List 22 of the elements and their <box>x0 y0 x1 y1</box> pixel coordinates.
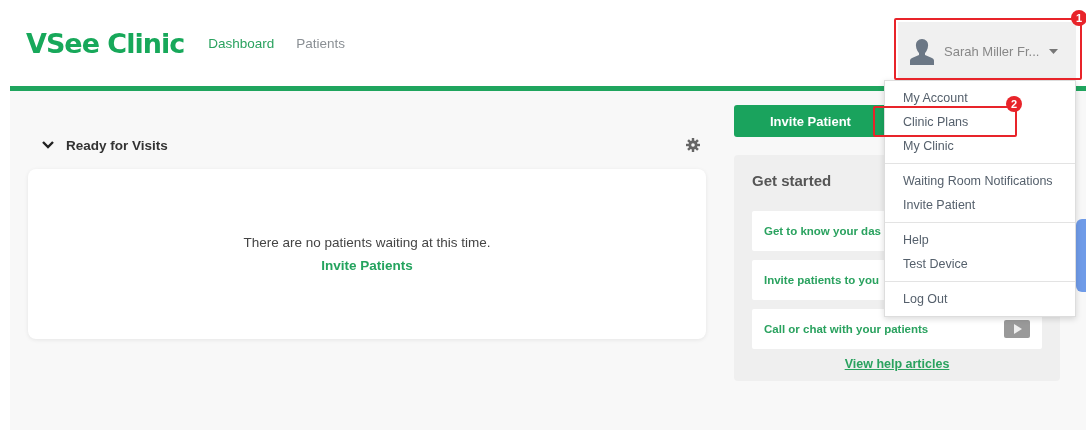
help-card-label: Invite patients to you <box>764 274 879 286</box>
menu-item[interactable]: Test Device <box>903 252 968 276</box>
menu-item[interactable]: Invite Patient <box>903 193 976 217</box>
chevron-icon[interactable] <box>42 141 54 149</box>
empty-message: There are no patients waiting at this time. <box>243 235 491 250</box>
settings-icon[interactable] <box>686 138 700 152</box>
menu-item[interactable]: Waiting Room Notifications <box>903 169 1053 193</box>
panel-title: Get started <box>752 171 832 189</box>
menu-item[interactable]: Help <box>903 228 929 252</box>
section-title: Ready for Visits <box>66 137 168 153</box>
help-card-label: Call or chat with your patients <box>764 323 929 335</box>
menu-item[interactable]: My Account <box>903 86 968 110</box>
nav-link[interactable]: Dashboard <box>208 35 275 51</box>
menu-item[interactable]: My Clinic <box>903 134 954 158</box>
person-icon <box>910 37 934 65</box>
menu-item[interactable]: Clinic Plans <box>903 110 969 134</box>
step-number: 1 <box>1071 10 1086 26</box>
play-icon[interactable] <box>1004 320 1030 338</box>
help-card-label: Get to know your das <box>764 225 881 237</box>
menu-item[interactable]: Log Out <box>903 287 948 311</box>
nav-link[interactable]: Patients <box>296 35 345 51</box>
caret-icon <box>1049 48 1059 54</box>
